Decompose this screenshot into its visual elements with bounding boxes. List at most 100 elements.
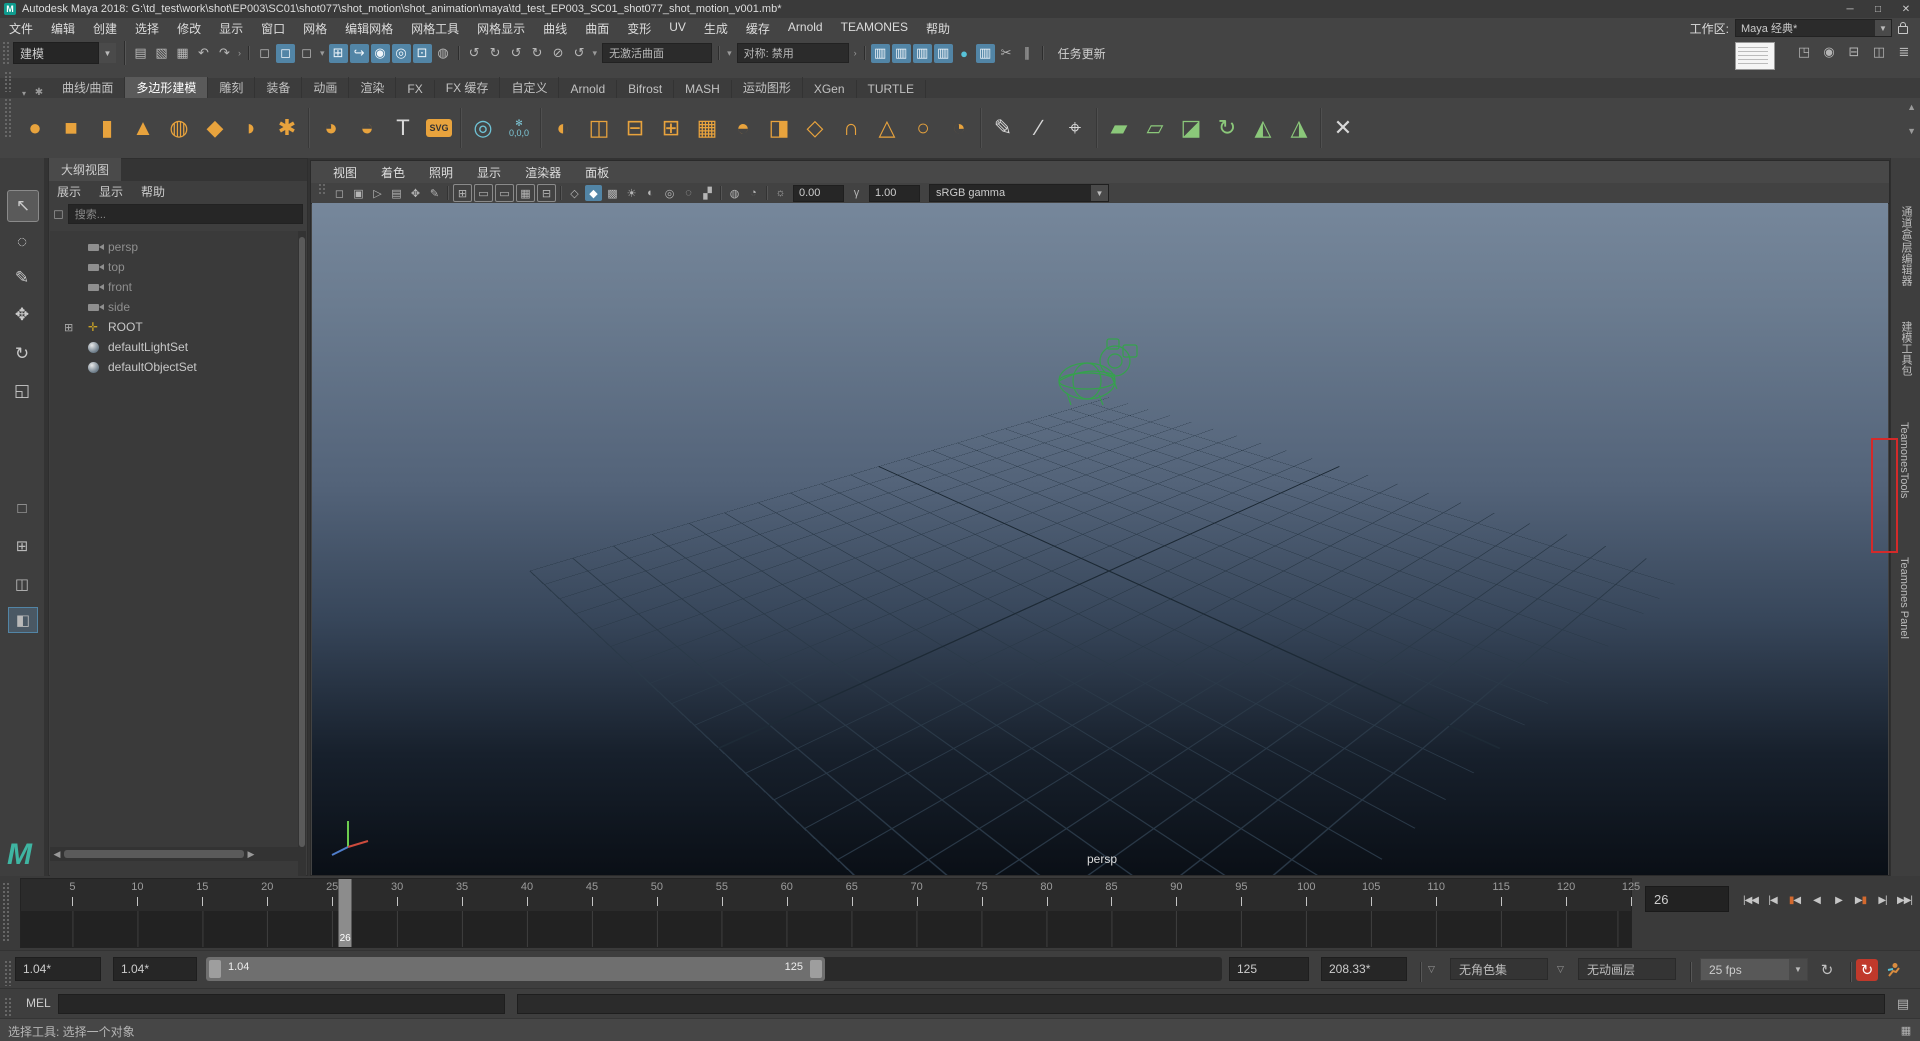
animation-start-field[interactable]: 1.04* (15, 957, 101, 981)
shelf-tab-XGen[interactable]: XGen (803, 80, 857, 98)
snap-projected-center-icon[interactable]: ◎ (391, 43, 411, 63)
shelf-tab-FX 缓存[interactable]: FX 缓存 (435, 77, 501, 98)
boolean-icon[interactable]: ◐ (546, 111, 580, 145)
mirror-icon[interactable]: ◮ (1282, 111, 1316, 145)
maximize-button[interactable]: □ (1864, 0, 1892, 18)
outliner-item-persp[interactable]: persp (50, 237, 298, 257)
3d-view[interactable]: persp (312, 203, 1888, 875)
redo-icon[interactable]: ↷ (215, 44, 234, 63)
render-current-frame-icon[interactable]: ▥ (891, 43, 911, 63)
shelf-tab-Bifrost[interactable]: Bifrost (617, 80, 675, 98)
two-d-pan-zoom-icon[interactable]: ✥ (407, 185, 424, 201)
render-settings-icon[interactable]: ▥ (933, 43, 953, 63)
menu-item-15[interactable]: 生成 (695, 20, 737, 37)
menu-item-7[interactable]: 网格 (294, 20, 336, 37)
poly-disc-icon[interactable]: ◗ (234, 111, 268, 145)
animation-end-field[interactable]: 208.33* (1321, 957, 1407, 981)
output-connections-icon[interactable]: ↻ (486, 44, 505, 63)
ambient-occlusion-icon[interactable]: ◎ (661, 185, 678, 201)
outliner-menu-显示[interactable]: 显示 (99, 183, 123, 200)
vertical-scrollbar[interactable] (298, 231, 306, 943)
grip-handle[interactable] (2, 41, 11, 65)
menu-item-8[interactable]: 编辑网格 (336, 20, 402, 37)
shelf-tab-装备[interactable]: 装备 (255, 77, 303, 98)
append-polygon-icon[interactable]: ▰ (1102, 111, 1136, 145)
panel-character-icon[interactable]: ◉ (1819, 41, 1839, 63)
chevron-icon[interactable]: ▾ (320, 48, 325, 59)
select-tool-icon[interactable]: ↖ (7, 190, 39, 222)
quad-draw-icon[interactable]: ✎ (986, 111, 1020, 145)
scale-tool-icon[interactable]: ◱ (7, 376, 37, 406)
no-history-icon[interactable]: ⊘ (549, 44, 568, 63)
bridge-icon[interactable]: ∩ (834, 111, 868, 145)
new-scene-icon[interactable]: ▤ (131, 44, 150, 63)
grip-handle[interactable] (4, 997, 13, 1017)
close-button[interactable]: ✕ (1892, 0, 1920, 18)
open-scene-icon[interactable]: ▧ (152, 44, 171, 63)
shelf-tab-多边形建模[interactable]: 多边形建模 (125, 77, 209, 98)
poly-cylinder-icon[interactable]: ▮ (90, 111, 124, 145)
chevron-down-icon[interactable]: ▽ (1428, 964, 1435, 975)
image-plane-icon[interactable]: ▤ (388, 185, 405, 201)
menu-item-6[interactable]: 窗口 (252, 20, 294, 37)
pause-icon[interactable]: ∥ (1018, 44, 1037, 63)
history-all-icon[interactable]: ↺ (570, 44, 589, 63)
play-backwards-button[interactable]: ◀ (1806, 886, 1827, 914)
color-transform-dropdown[interactable]: sRGB gamma ▼ (929, 184, 1109, 202)
snap-curve-icon[interactable]: ↪ (349, 43, 369, 63)
shelf-tab-自定义[interactable]: 自定义 (500, 77, 560, 98)
crossed-tools-icon[interactable]: ✕ (1326, 111, 1360, 145)
shelf-tab-运动图形[interactable]: 运动图形 (732, 77, 803, 98)
crease-icon[interactable]: ◪ (1174, 111, 1208, 145)
fill-hole-icon[interactable]: ⊞ (654, 111, 688, 145)
extract-icon[interactable]: ◨ (762, 111, 796, 145)
chevron-down-icon[interactable]: ▼ (99, 43, 116, 63)
menu-item-3[interactable]: 选择 (126, 20, 168, 37)
menu-item-19[interactable]: 帮助 (917, 20, 959, 37)
cut-icon[interactable]: ✂ (997, 44, 1016, 63)
grip-handle[interactable] (4, 78, 13, 92)
camera-attributes-icon[interactable]: ▣ (350, 185, 367, 201)
circularize-icon[interactable]: ○ (906, 111, 940, 145)
select-hierarchy-icon[interactable]: ◻ (255, 44, 274, 63)
render-sequence-icon[interactable]: ▥ (975, 43, 995, 63)
poly-cone-icon[interactable]: ▲ (126, 111, 160, 145)
range-end-handle[interactable] (810, 960, 822, 978)
chevron-icon[interactable]: ▾ (727, 48, 732, 59)
exposure-field[interactable]: 0.00 (793, 184, 844, 202)
menu-item-4[interactable]: 修改 (168, 20, 210, 37)
outliner-item-front[interactable]: front (50, 277, 298, 297)
type-tool-icon[interactable]: T (386, 111, 420, 145)
poly-cube-icon[interactable]: ■ (54, 111, 88, 145)
camera-aim-icon[interactable]: ◎ (466, 111, 500, 145)
move-tool-icon[interactable]: ✥ (7, 300, 37, 330)
outliner-item-top[interactable]: top (50, 257, 298, 277)
search-input[interactable]: 搜索... (67, 204, 303, 224)
target-weld-icon[interactable]: ⌖ (1058, 111, 1092, 145)
panel-layout-horizontal-icon[interactable]: ⊟ (1844, 41, 1864, 63)
scroll-up-icon[interactable]: ▲ (1907, 102, 1916, 112)
textured-icon[interactable]: ▩ (604, 185, 621, 201)
save-scene-icon[interactable]: ▦ (173, 44, 192, 63)
gate-mask-icon[interactable]: ▦ (516, 184, 535, 202)
bevel-icon[interactable]: ◇ (798, 111, 832, 145)
step-forward-frame-button[interactable]: ▶ | (1872, 886, 1893, 914)
gamma-field[interactable]: 1.00 (869, 184, 920, 202)
camera-lock-icon[interactable]: ◻ (331, 185, 348, 201)
auto-keyframe-icon[interactable]: ↻ (1856, 959, 1878, 981)
viewport-menu-面板[interactable]: 面板 (573, 164, 621, 181)
combine-icon[interactable]: ◫ (582, 111, 616, 145)
lights-icon[interactable]: ☀ (623, 185, 640, 201)
playback-end-field[interactable]: 125 (1229, 957, 1309, 981)
four-pane-layout-button[interactable]: ⊞ (8, 534, 36, 558)
playback-loop-icon[interactable]: ↻ (1816, 959, 1838, 981)
shelf-tab-Arnold[interactable]: Arnold (559, 80, 618, 98)
xray-icon[interactable]: ◍ (726, 185, 743, 201)
shaded-icon[interactable]: ◆ (585, 185, 602, 201)
command-line-language-label[interactable]: MEL (26, 996, 51, 1010)
current-frame-marker[interactable]: 26 (338, 879, 352, 947)
grease-pencil-icon[interactable]: ✎ (426, 185, 443, 201)
expand-icon[interactable]: ⊞ (64, 321, 73, 334)
animation-preferences-icon[interactable] (1882, 959, 1904, 981)
range-start-handle[interactable] (209, 960, 221, 978)
